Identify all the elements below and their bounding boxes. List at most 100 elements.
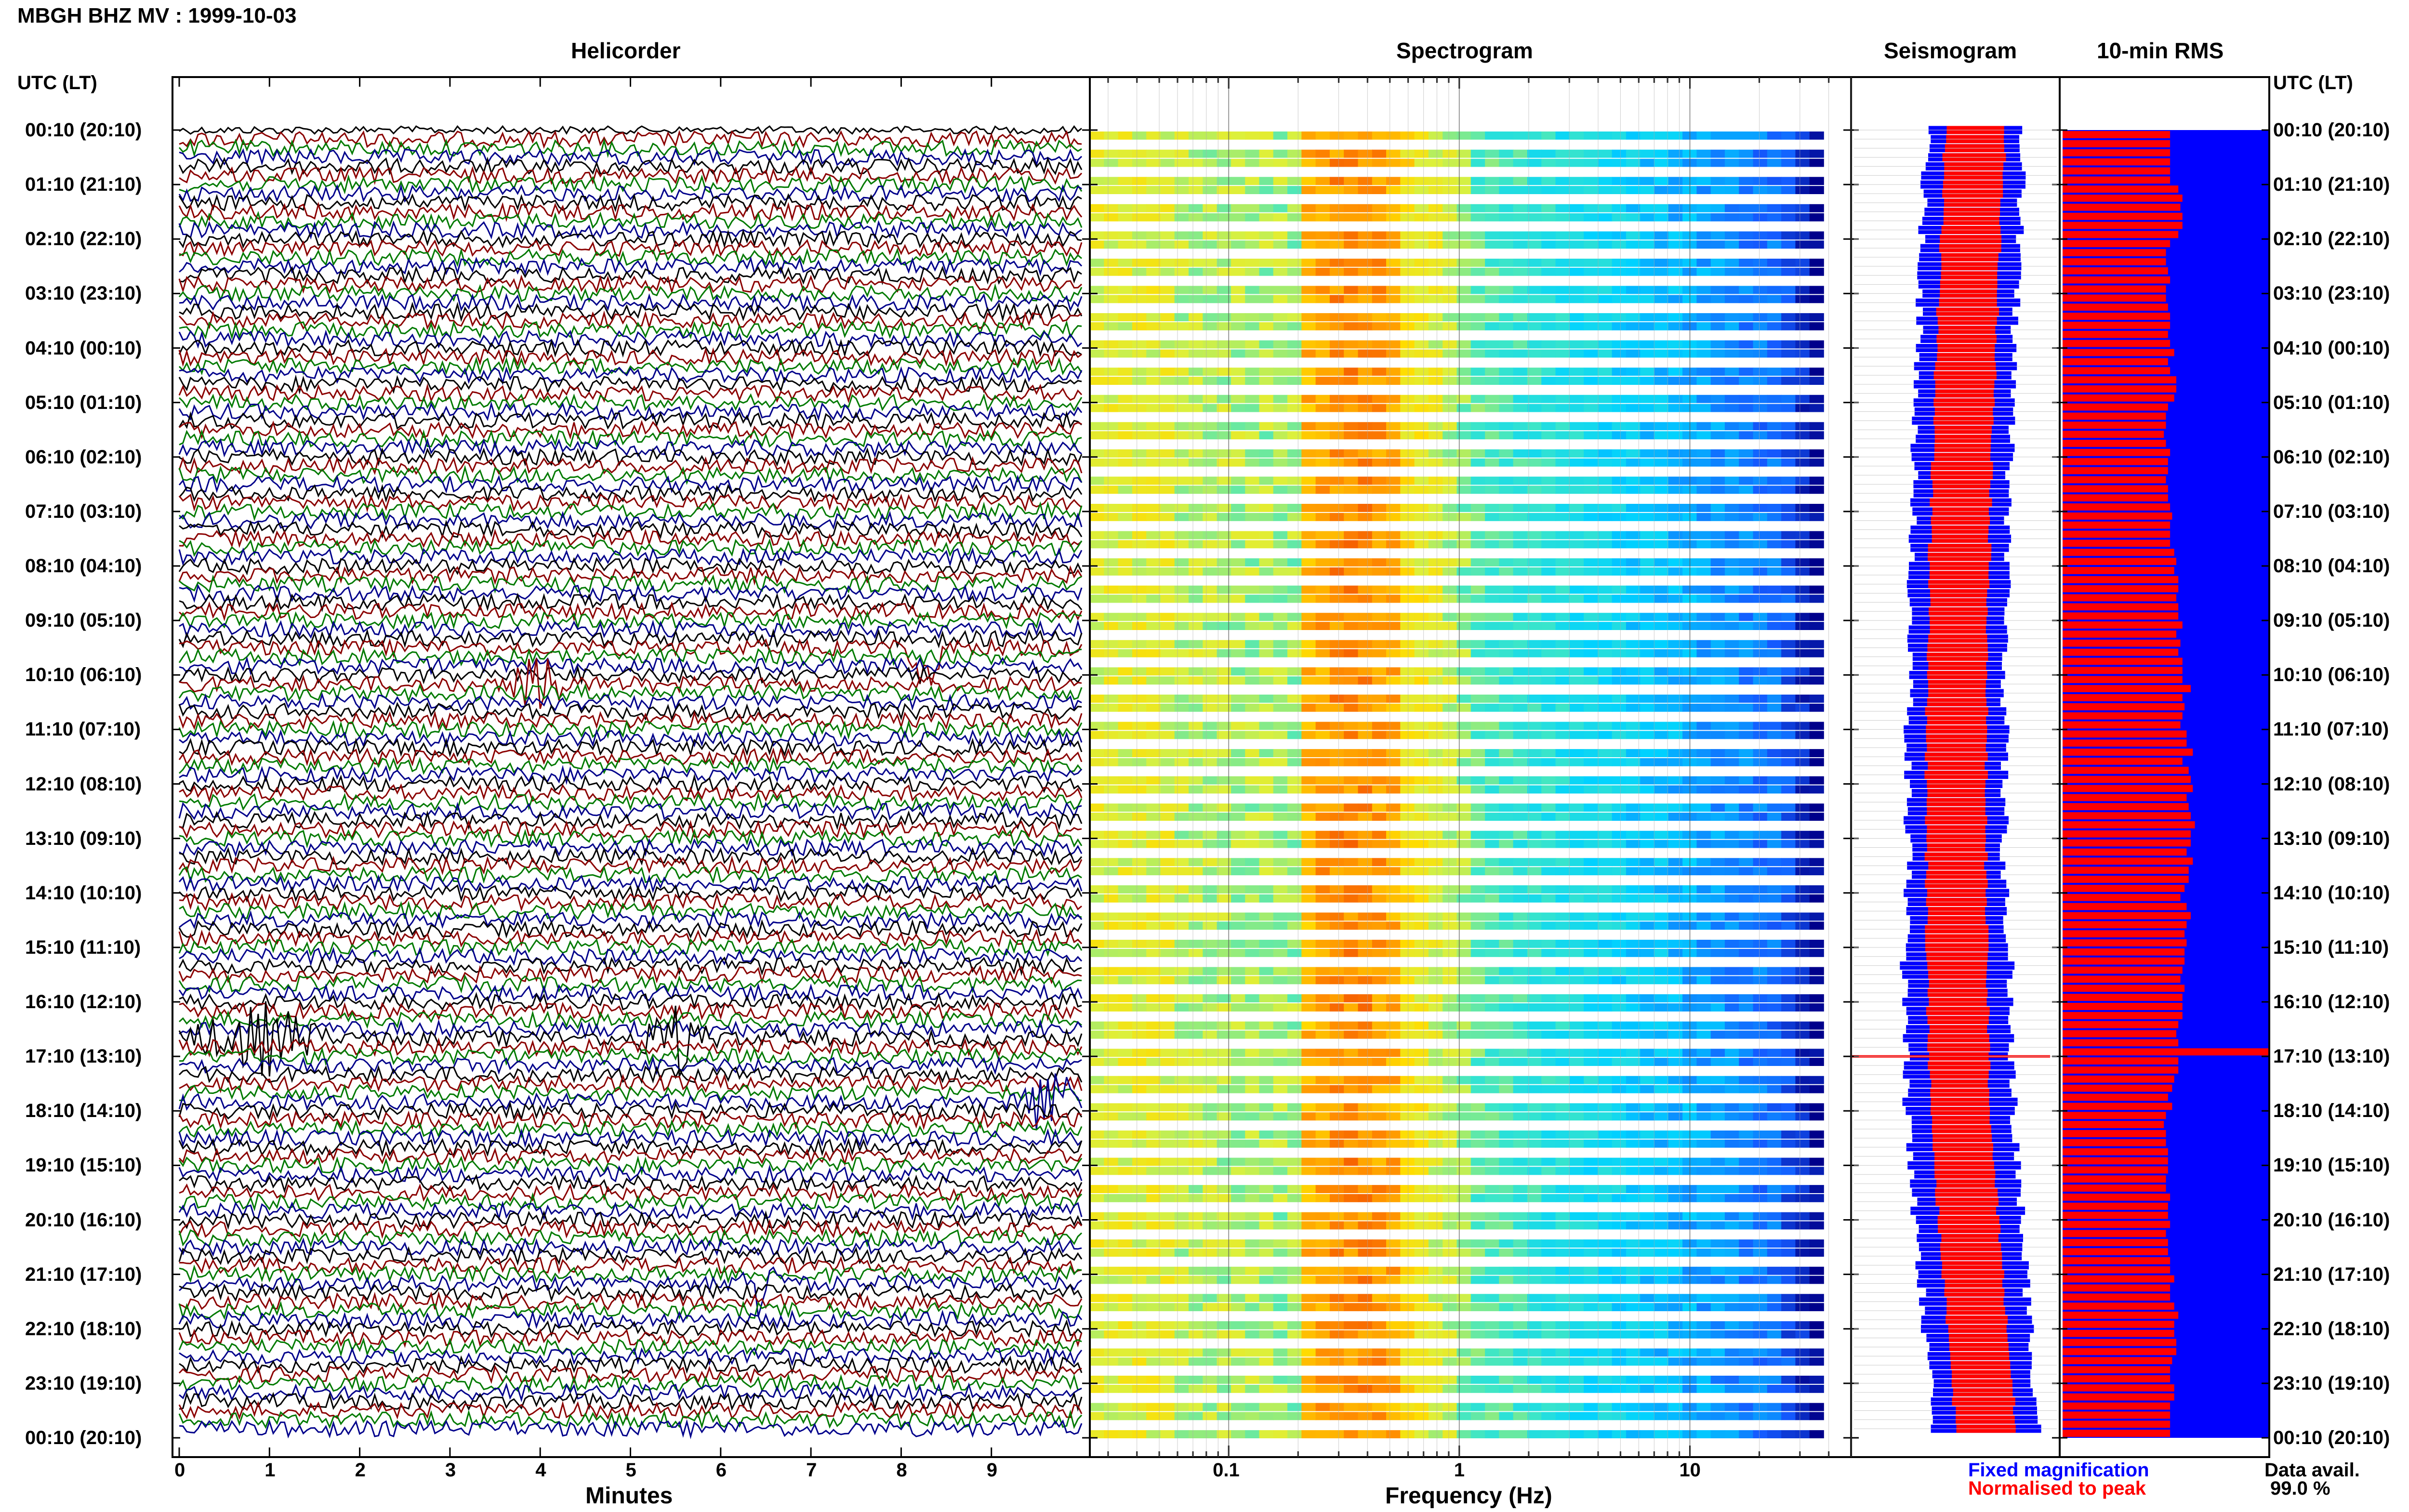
spectrogram-cell (1245, 1030, 1260, 1039)
spectrogram-cell (1710, 731, 1725, 739)
spectrogram-cell (1231, 1221, 1245, 1230)
spectrogram-cell (1174, 785, 1189, 794)
spectrogram-cell (1146, 640, 1161, 648)
spectrogram-cell (1090, 458, 1105, 467)
spectrogram-cell (1499, 758, 1514, 766)
spectrogram-cell (1527, 404, 1542, 412)
spectrogram-cell (1485, 1212, 1500, 1221)
spectrogram-cell (1640, 1249, 1655, 1257)
spectrogram-cell (1696, 1321, 1711, 1329)
spectrogram-cell (1231, 948, 1245, 957)
spectrogram-cell (1555, 531, 1570, 539)
spectrogram-cell (1090, 1212, 1105, 1221)
spectrogram-cell (1231, 695, 1245, 703)
spectrogram-cell (1767, 1103, 1782, 1112)
spectrogram-cell (1189, 1112, 1204, 1121)
spectrogram-cell (1809, 867, 1824, 876)
spectrogram-cell (1710, 368, 1725, 376)
spectrogram-cell (1626, 749, 1641, 757)
spectrogram-cell (1259, 567, 1274, 576)
spectrogram-cell (1724, 813, 1739, 821)
spectrogram-cell (1654, 1157, 1669, 1166)
spectrogram-cell (1527, 213, 1542, 222)
spectrogram-cell (1724, 585, 1739, 594)
spectrogram-cell (1640, 431, 1655, 440)
spectrogram-cell (1146, 540, 1161, 549)
spectrogram-cell (1400, 240, 1415, 249)
spectrogram-cell (1584, 431, 1599, 440)
spectrogram-cell (1485, 731, 1500, 739)
spectrogram-cell (1598, 594, 1613, 603)
spectrogram-cell (1273, 803, 1288, 812)
spectrogram-cell (1329, 994, 1344, 1002)
spectrogram-cell (1386, 340, 1401, 349)
spectrogram-cell (1090, 594, 1105, 603)
spectrogram-cell (1273, 1249, 1288, 1257)
spectrogram-cell (1386, 431, 1401, 440)
spectrogram-cell (1329, 1266, 1344, 1275)
spectrogram-cell (1414, 940, 1429, 948)
spectrogram-cell (1386, 267, 1401, 276)
spectrogram-cell (1287, 1249, 1302, 1257)
helicorder-trace (178, 1365, 1082, 1384)
spectrogram-cell (1160, 622, 1175, 630)
spectrogram-cell (1132, 1266, 1147, 1275)
spectrogram-cell (1118, 394, 1133, 403)
spectrogram-cell (1160, 504, 1175, 512)
spectrogram-cell (1795, 394, 1810, 403)
spectrogram-cell (1612, 368, 1627, 376)
spectrogram-cell (1443, 1330, 1457, 1339)
spectrogram-cell (1499, 449, 1514, 458)
spectrogram-cell (1541, 1003, 1556, 1012)
spectrogram-cell (1612, 1330, 1627, 1339)
spectrogram-cell (1174, 158, 1189, 167)
spectrogram-cell (1668, 1330, 1683, 1339)
spectrogram-cell (1428, 640, 1443, 648)
spectrogram-cell (1640, 1030, 1655, 1039)
spectrogram-cell (1146, 722, 1161, 730)
spectrogram-cell (1527, 1303, 1542, 1312)
spectrogram-cell (1513, 813, 1528, 821)
spectrogram-cell (1414, 449, 1429, 458)
spectrogram-cell (1485, 213, 1500, 222)
spectrogram-cell (1344, 458, 1359, 467)
spectrogram-cell (1132, 267, 1147, 276)
spectrogram-cell (1724, 340, 1739, 349)
spectrogram-cell (1584, 1330, 1599, 1339)
spectrogram-cell (1414, 1303, 1429, 1312)
spectrogram-cell (1626, 540, 1641, 549)
spectrogram-cell (1710, 1021, 1725, 1030)
spectrogram-cell (1710, 722, 1725, 730)
spectrogram-cell (1273, 994, 1288, 1002)
spectrogram-cell (1795, 267, 1810, 276)
spectrogram-cell (1160, 259, 1175, 267)
spectrogram-cell (1259, 504, 1274, 512)
spectrogram-cell (1245, 558, 1260, 566)
spectrogram-cell (1781, 513, 1796, 521)
spectrogram-cell (1400, 1212, 1415, 1221)
spectrogram-cell (1710, 1275, 1725, 1284)
spectrogram-cell (1781, 213, 1796, 222)
spectrogram-cell (1513, 695, 1528, 703)
spectrogram-cell (1104, 731, 1119, 739)
spectrogram-cell (1273, 149, 1288, 158)
spectrogram-cell (1499, 177, 1514, 185)
spectrogram-cell (1414, 1112, 1429, 1121)
spectrogram-cell (1696, 1384, 1711, 1393)
spectrogram-cell (1767, 295, 1782, 303)
spectrogram-cell (1344, 1194, 1359, 1202)
spectrogram-cell (1569, 667, 1584, 676)
spectrogram-cell (1104, 422, 1119, 431)
spectrogram-cell (1273, 1185, 1288, 1193)
spectrogram-cell (1400, 1157, 1415, 1166)
spectrogram-cell (1090, 813, 1105, 821)
spectrogram-cell (1189, 830, 1204, 839)
spectrogram-cell (1724, 640, 1739, 648)
spectrogram-cell (1513, 1131, 1528, 1139)
spectrogram-cell (1301, 504, 1316, 512)
spectrogram-cell (1739, 540, 1754, 549)
spectrogram-cell (1146, 858, 1161, 867)
spectrogram-cell (1626, 567, 1641, 576)
spectrogram-cell (1231, 649, 1245, 657)
spectrogram-cell (1386, 404, 1401, 412)
